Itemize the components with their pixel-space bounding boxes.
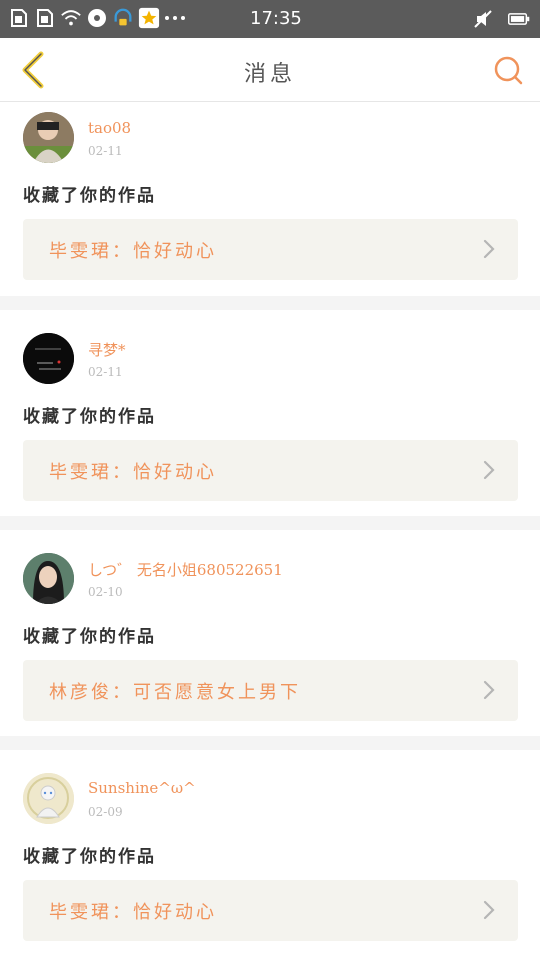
chevron-right-icon <box>483 900 495 920</box>
battery-icon <box>508 8 530 30</box>
work-card[interactable]: 林彦俊：可否愿意女上男下 <box>23 660 518 721</box>
status-bar: 17:35 <box>0 0 540 38</box>
status-time: 17:35 <box>250 8 302 29</box>
header-bar: 消息 <box>0 38 540 102</box>
message-date: 02-10 <box>88 585 123 599</box>
avatar[interactable] <box>23 333 74 384</box>
sim-card-icon <box>8 7 30 29</box>
message-item: 寻梦* 02-11 收藏了你的作品 毕雯珺：恰好动心 <box>0 310 540 530</box>
page-title: 消息 <box>243 62 296 87</box>
message-action: 收藏了你的作品 <box>23 407 156 427</box>
message-action: 收藏了你的作品 <box>23 186 156 206</box>
message-date: 02-09 <box>88 805 123 819</box>
search-button[interactable] <box>488 50 528 90</box>
message-username[interactable]: Sunshine^ω^ <box>88 779 196 797</box>
headphones-icon <box>112 7 134 29</box>
message-item: Sunshine^ω^ 02-09 收藏了你的作品 毕雯珺：恰好动心 <box>0 750 540 960</box>
search-icon <box>494 56 523 85</box>
status-bar-left-icons <box>8 7 186 29</box>
chevron-right-icon <box>483 680 495 700</box>
message-item: tao08 02-11 收藏了你的作品 毕雯珺：恰好动心 <box>0 103 540 310</box>
message-date: 02-11 <box>88 144 123 158</box>
message-date: 02-11 <box>88 365 123 379</box>
avatar[interactable] <box>23 112 74 163</box>
message-list: tao08 02-11 收藏了你的作品 毕雯珺：恰好动心 寻梦* 02-11 收… <box>0 103 540 960</box>
work-title: 林彦俊：可否愿意女上男下 <box>49 682 301 703</box>
message-action: 收藏了你的作品 <box>23 847 156 867</box>
sync-icon <box>86 7 108 29</box>
work-title: 毕雯珺：恰好动心 <box>49 462 217 483</box>
chevron-right-icon <box>483 239 495 259</box>
avatar[interactable] <box>23 773 74 824</box>
message-username[interactable]: 寻梦* <box>88 339 126 360</box>
message-username[interactable]: tao08 <box>88 119 131 137</box>
work-card[interactable]: 毕雯珺：恰好动心 <box>23 880 518 941</box>
star-app-icon <box>138 7 160 29</box>
avatar[interactable] <box>23 553 74 604</box>
work-card[interactable]: 毕雯珺：恰好动心 <box>23 440 518 501</box>
more-dots-icon <box>164 7 186 29</box>
status-bar-right-icons <box>472 8 530 30</box>
chevron-right-icon <box>483 460 495 480</box>
work-title: 毕雯珺：恰好动心 <box>49 902 217 923</box>
message-action: 收藏了你的作品 <box>23 627 156 647</box>
work-title: 毕雯珺：恰好动心 <box>49 241 217 262</box>
message-username[interactable]: しつ゛ 无名小姐680522651 <box>88 559 283 580</box>
mute-icon <box>472 8 494 30</box>
message-item: しつ゛ 无名小姐680522651 02-10 收藏了你的作品 林彦俊：可否愿意… <box>0 530 540 750</box>
sim-card-icon <box>34 7 56 29</box>
work-card[interactable]: 毕雯珺：恰好动心 <box>23 219 518 280</box>
wifi-icon <box>60 7 82 29</box>
